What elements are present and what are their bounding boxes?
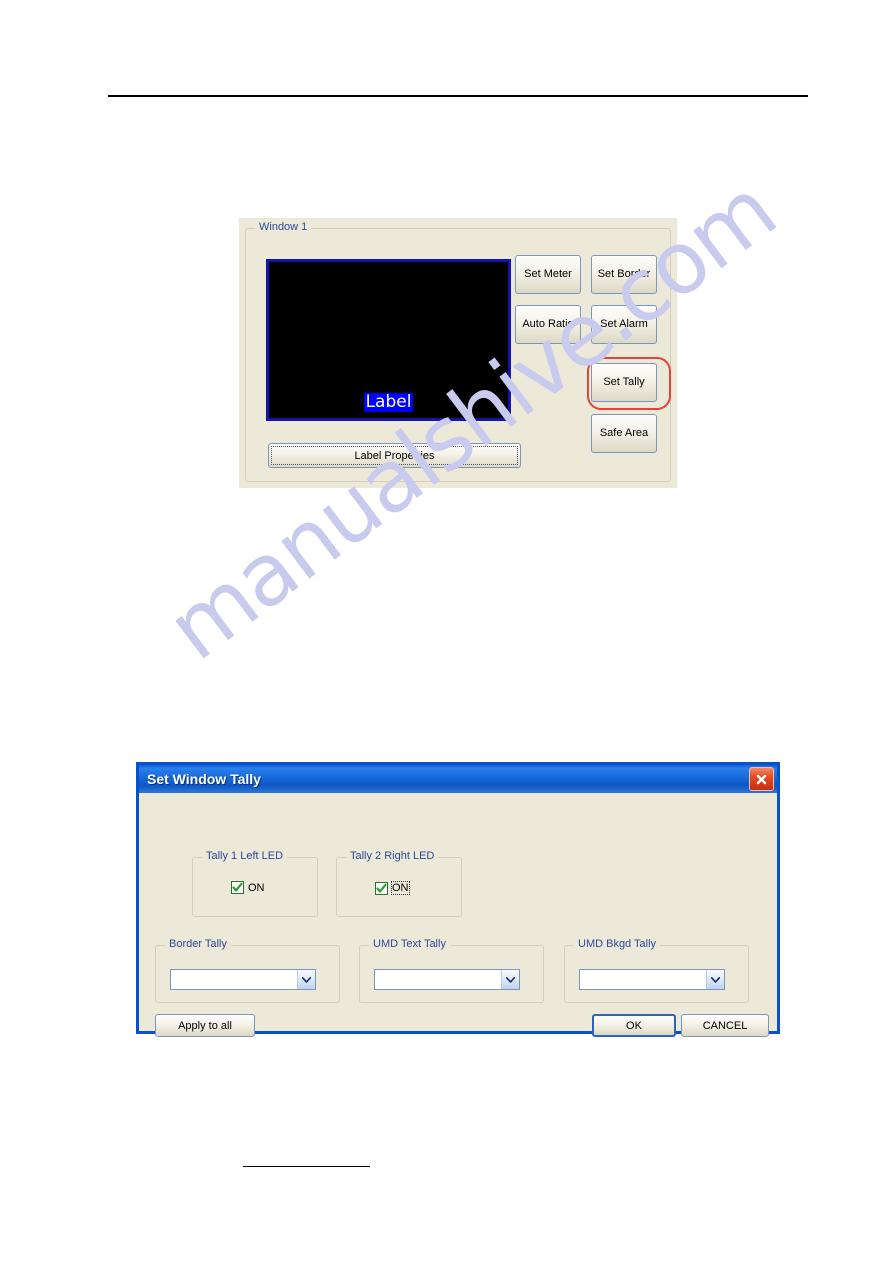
cancel-button[interactable]: CANCEL <box>681 1014 769 1037</box>
umd-text-tally-dropdown[interactable] <box>374 969 520 990</box>
video-preview-area[interactable]: Label <box>266 259 511 421</box>
border-tally-value <box>171 970 297 989</box>
dialog-titlebar[interactable]: Set Window Tally <box>139 765 777 793</box>
umd-bkgd-tally-legend: UMD Bkgd Tally <box>574 938 661 950</box>
tally-1-on-label: ON <box>248 881 265 894</box>
close-icon[interactable] <box>749 767 774 791</box>
footnote-separator-rule <box>243 1166 370 1167</box>
tally-1-left-led-group: Tally 1 Left LED ON <box>192 850 318 917</box>
dialog-body: Tally 1 Left LED ON Tally 2 Right LED ON <box>139 793 777 1037</box>
tally-2-on-label: ON <box>391 881 410 895</box>
set-meter-button[interactable]: Set Meter <box>515 255 581 294</box>
ok-button[interactable]: OK <box>592 1014 676 1037</box>
chevron-down-icon[interactable] <box>501 970 519 989</box>
tally-2-on-checkbox-row[interactable]: ON <box>375 881 410 895</box>
focus-ring <box>271 446 518 465</box>
window-1-groupbox: Window 1 Label Set Meter Set Border Auto… <box>245 221 671 482</box>
set-alarm-button[interactable]: Set Alarm <box>591 305 657 344</box>
tally-1-on-checkbox-row[interactable]: ON <box>231 881 266 894</box>
umd-bkgd-tally-dropdown[interactable] <box>579 969 725 990</box>
checkbox-checked-icon[interactable] <box>231 881 244 894</box>
window-1-legend: Window 1 <box>255 221 312 233</box>
umd-text-tally-group: UMD Text Tally <box>359 938 544 1003</box>
umd-text-tally-legend: UMD Text Tally <box>369 938 450 950</box>
set-window-tally-dialog: Set Window Tally Tally 1 Left LED ON Tal… <box>136 762 780 1037</box>
label-properties-button[interactable]: Label Properties <box>268 443 521 468</box>
tally-1-left-led-legend: Tally 1 Left LED <box>202 850 288 862</box>
umd-text-tally-value <box>375 970 501 989</box>
border-tally-legend: Border Tally <box>165 938 231 950</box>
chevron-down-icon[interactable] <box>297 970 315 989</box>
dialog-title: Set Window Tally <box>147 771 261 787</box>
set-border-button[interactable]: Set Border <box>591 255 657 294</box>
auto-ratio-button[interactable]: Auto Ratio <box>515 305 581 344</box>
checkbox-checked-icon[interactable] <box>375 881 388 895</box>
apply-to-all-button[interactable]: Apply to all <box>155 1014 255 1037</box>
border-tally-dropdown[interactable] <box>170 969 316 990</box>
safe-area-button[interactable]: Safe Area <box>591 414 657 453</box>
umd-bkgd-tally-value <box>580 970 706 989</box>
tally-2-right-led-group: Tally 2 Right LED ON <box>336 850 462 917</box>
chevron-down-icon[interactable] <box>706 970 724 989</box>
video-label-text: Label <box>363 392 414 412</box>
set-tally-highlight-annotation <box>587 357 671 410</box>
tally-2-right-led-legend: Tally 2 Right LED <box>346 850 439 862</box>
border-tally-group: Border Tally <box>155 938 340 1003</box>
window-1-panel: Window 1 Label Set Meter Set Border Auto… <box>239 218 677 488</box>
page-header-rule <box>108 95 808 97</box>
umd-bkgd-tally-group: UMD Bkgd Tally <box>564 938 749 1003</box>
